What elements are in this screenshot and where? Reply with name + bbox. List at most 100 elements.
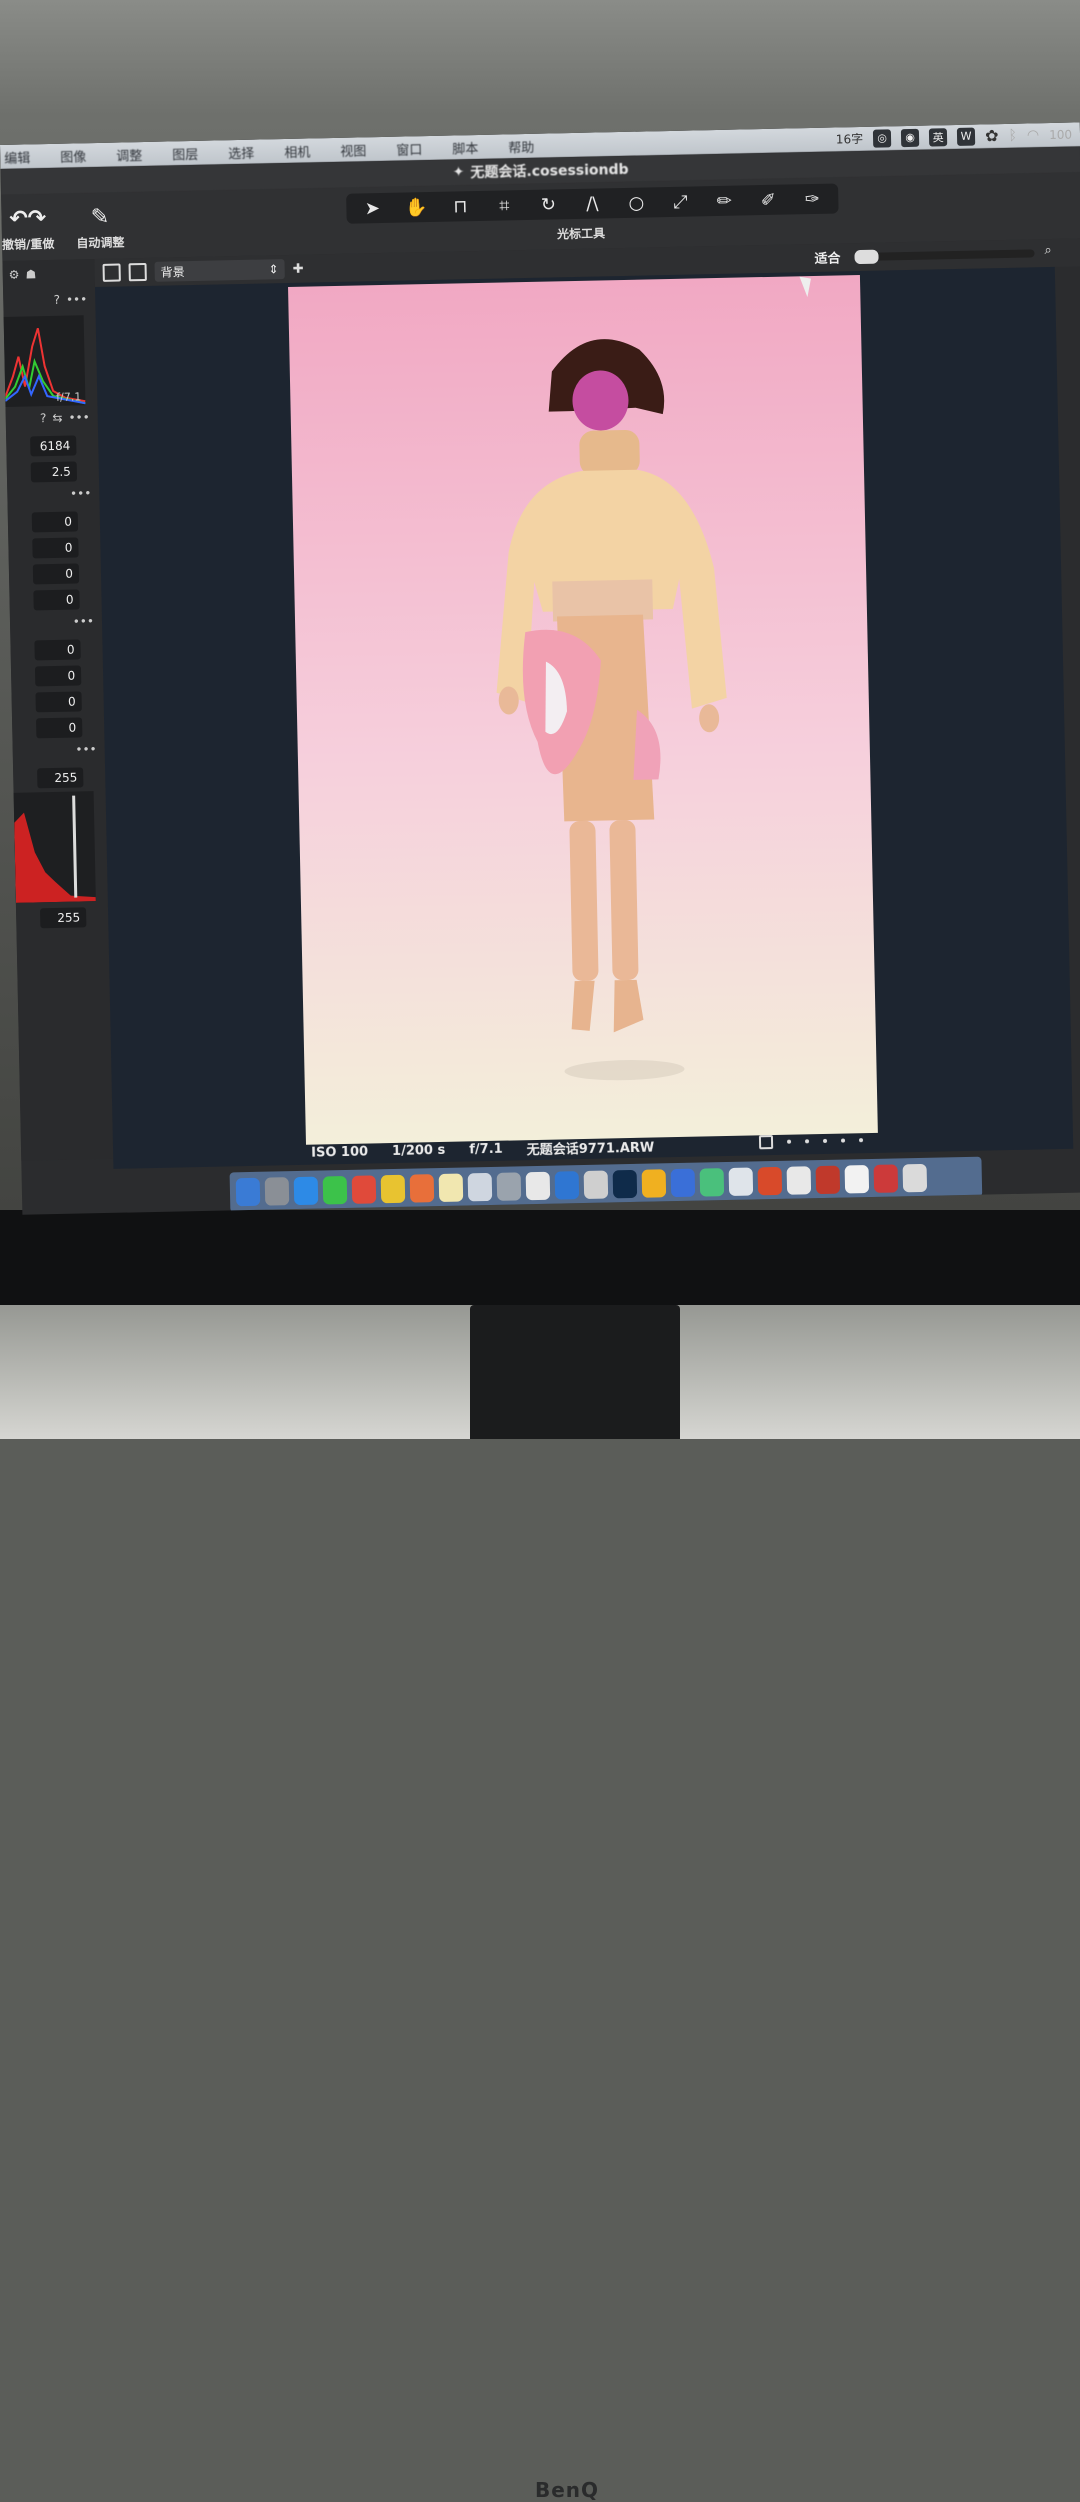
- zoom-in-icon[interactable]: ⌕: [1044, 243, 1052, 258]
- gradient-tool-icon[interactable]: ✐: [756, 189, 780, 210]
- help-icon[interactable]: ?: [40, 411, 47, 425]
- app-dark-red-icon[interactable]: [815, 1165, 841, 1195]
- app-red2-icon[interactable]: [873, 1164, 899, 1193]
- rating-dots[interactable]: [758, 1133, 864, 1150]
- exposure-value[interactable]: 0: [31, 511, 79, 533]
- zoom-slider-knob[interactable]: [854, 249, 879, 265]
- zoom-fit-label[interactable]: 适合: [814, 247, 840, 267]
- black-value[interactable]: 0: [36, 717, 83, 739]
- photo-preview[interactable]: [288, 275, 878, 1145]
- input-method-label[interactable]: 16字: [836, 130, 864, 148]
- undo-redo-button[interactable]: ↶↷ 撤销/重做: [1, 206, 55, 253]
- app-light-icon[interactable]: [844, 1165, 870, 1194]
- white-value[interactable]: 0: [35, 691, 82, 713]
- menu-layer[interactable]: 图层: [172, 143, 198, 163]
- wps-icon[interactable]: W: [956, 127, 976, 146]
- notes-icon[interactable]: [438, 1173, 464, 1203]
- app-window-icon[interactable]: [786, 1166, 812, 1195]
- menu-adjust[interactable]: 调整: [116, 145, 142, 165]
- app-red-icon[interactable]: [351, 1175, 377, 1204]
- menu-script[interactable]: 脚本: [452, 137, 478, 157]
- loupe-tool-icon[interactable]: ⊓: [448, 196, 472, 217]
- brightness-value[interactable]: 0: [32, 563, 80, 585]
- hand-tool-icon[interactable]: ✋: [404, 197, 428, 218]
- auto-adjust-button[interactable]: ✎ 自动调整: [76, 204, 125, 251]
- app-blue-icon[interactable]: [670, 1168, 696, 1198]
- app-green-icon[interactable]: [699, 1168, 725, 1197]
- shadow-value[interactable]: 0: [34, 665, 82, 687]
- rating-dot[interactable]: [840, 1138, 846, 1143]
- menu-window[interactable]: 窗口: [396, 139, 422, 159]
- crop-tool-icon[interactable]: ⌗: [492, 195, 516, 216]
- rating-dot[interactable]: [858, 1138, 864, 1143]
- levels-top-value[interactable]: 255: [37, 767, 84, 789]
- people-icon[interactable]: ☗: [25, 267, 36, 281]
- rating-dot[interactable]: [805, 1139, 810, 1144]
- add-layer-icon[interactable]: ✚: [293, 261, 304, 276]
- white-balance-kelvin[interactable]: 6184: [30, 435, 77, 457]
- image-viewer[interactable]: [94, 266, 1074, 1169]
- calendar-icon[interactable]: [525, 1171, 551, 1201]
- more-icon[interactable]: •••: [75, 742, 97, 756]
- more-icon[interactable]: •••: [70, 486, 92, 500]
- grid-view-icon[interactable]: [102, 263, 121, 282]
- more-icon[interactable]: •••: [73, 614, 95, 628]
- bluetooth-icon[interactable]: ᛒ: [1008, 127, 1017, 143]
- app-orange-icon[interactable]: [757, 1166, 783, 1196]
- app-white-icon[interactable]: [728, 1167, 754, 1196]
- monitor-screen: 编辑 图像 调整 图层 选择 相机 视图 窗口 脚本 帮助 16字 ◎ ◉ 英 …: [0, 122, 1080, 1215]
- single-view-icon[interactable]: [128, 262, 147, 282]
- app-gray-icon[interactable]: [467, 1172, 493, 1202]
- menu-image[interactable]: 图像: [60, 146, 86, 166]
- contrast-value[interactable]: 0: [32, 537, 79, 559]
- layer-select[interactable]: 背景 ⇕: [154, 259, 285, 282]
- brush-tool-icon[interactable]: ✏: [712, 190, 736, 211]
- white-balance-tint[interactable]: 2.5: [30, 461, 78, 483]
- ime-icon[interactable]: 英: [928, 127, 948, 147]
- photoshop-icon[interactable]: [612, 1169, 638, 1199]
- color-tag-icon[interactable]: [758, 1135, 774, 1150]
- highlight-value[interactable]: 0: [34, 639, 81, 661]
- finder-icon[interactable]: [235, 1177, 261, 1207]
- left-action-group: ↶↷ 撤销/重做 ✎ 自动调整: [1, 204, 125, 253]
- shield-icon[interactable]: ◉: [900, 128, 920, 147]
- zoom-slider[interactable]: [854, 249, 1035, 265]
- photos-icon[interactable]: [496, 1172, 522, 1201]
- menu-edit[interactable]: 编辑: [4, 147, 30, 167]
- auto-adjust-label: 自动调整: [76, 235, 125, 251]
- rotate-tool-icon[interactable]: ↻: [536, 194, 560, 215]
- battery-label: 100: [1048, 127, 1073, 142]
- menu-select[interactable]: 选择: [228, 142, 254, 162]
- app-yellow-icon[interactable]: [380, 1174, 406, 1204]
- rating-dot[interactable]: [787, 1139, 792, 1144]
- saturation-value[interactable]: 0: [33, 589, 80, 611]
- app-store-icon[interactable]: [554, 1171, 580, 1200]
- rating-dot[interactable]: [822, 1138, 828, 1143]
- wechat-icon[interactable]: ✿: [985, 126, 999, 145]
- more-icon[interactable]: •••: [66, 292, 88, 306]
- window-title-text: 无题会话.cosessiondb: [470, 161, 629, 182]
- keystone-tool-icon[interactable]: /\: [580, 193, 604, 214]
- trash-icon[interactable]: [902, 1163, 928, 1193]
- info-icon[interactable]: [583, 1170, 609, 1199]
- help-icon[interactable]: ?: [53, 293, 60, 307]
- spot-removal-tool-icon[interactable]: ○: [624, 192, 648, 213]
- chrome-icon[interactable]: [409, 1174, 435, 1203]
- safari-icon[interactable]: [293, 1176, 319, 1206]
- levels-bottom-value[interactable]: 255: [39, 907, 87, 929]
- histogram-aperture: f/7.1: [56, 390, 82, 404]
- menu-view[interactable]: 视图: [340, 140, 366, 160]
- gear-icon[interactable]: ⚙: [9, 268, 20, 282]
- wifi-icon[interactable]: ◠: [1027, 127, 1040, 143]
- wechat-dock-icon[interactable]: [322, 1175, 348, 1205]
- screenshot-icon[interactable]: ◎: [872, 128, 892, 148]
- launchpad-icon[interactable]: [264, 1177, 290, 1206]
- menu-camera[interactable]: 相机: [284, 141, 310, 161]
- pointer-tool-icon[interactable]: ➤: [360, 197, 384, 219]
- menu-help[interactable]: 帮助: [508, 136, 534, 156]
- color-picker-tool-icon[interactable]: ⤢: [668, 191, 692, 212]
- eraser-tool-icon[interactable]: ✑: [800, 188, 824, 209]
- more-icon[interactable]: •••: [68, 410, 90, 424]
- swap-icon[interactable]: ⇆: [52, 411, 62, 425]
- capture-one-icon[interactable]: [641, 1169, 667, 1198]
